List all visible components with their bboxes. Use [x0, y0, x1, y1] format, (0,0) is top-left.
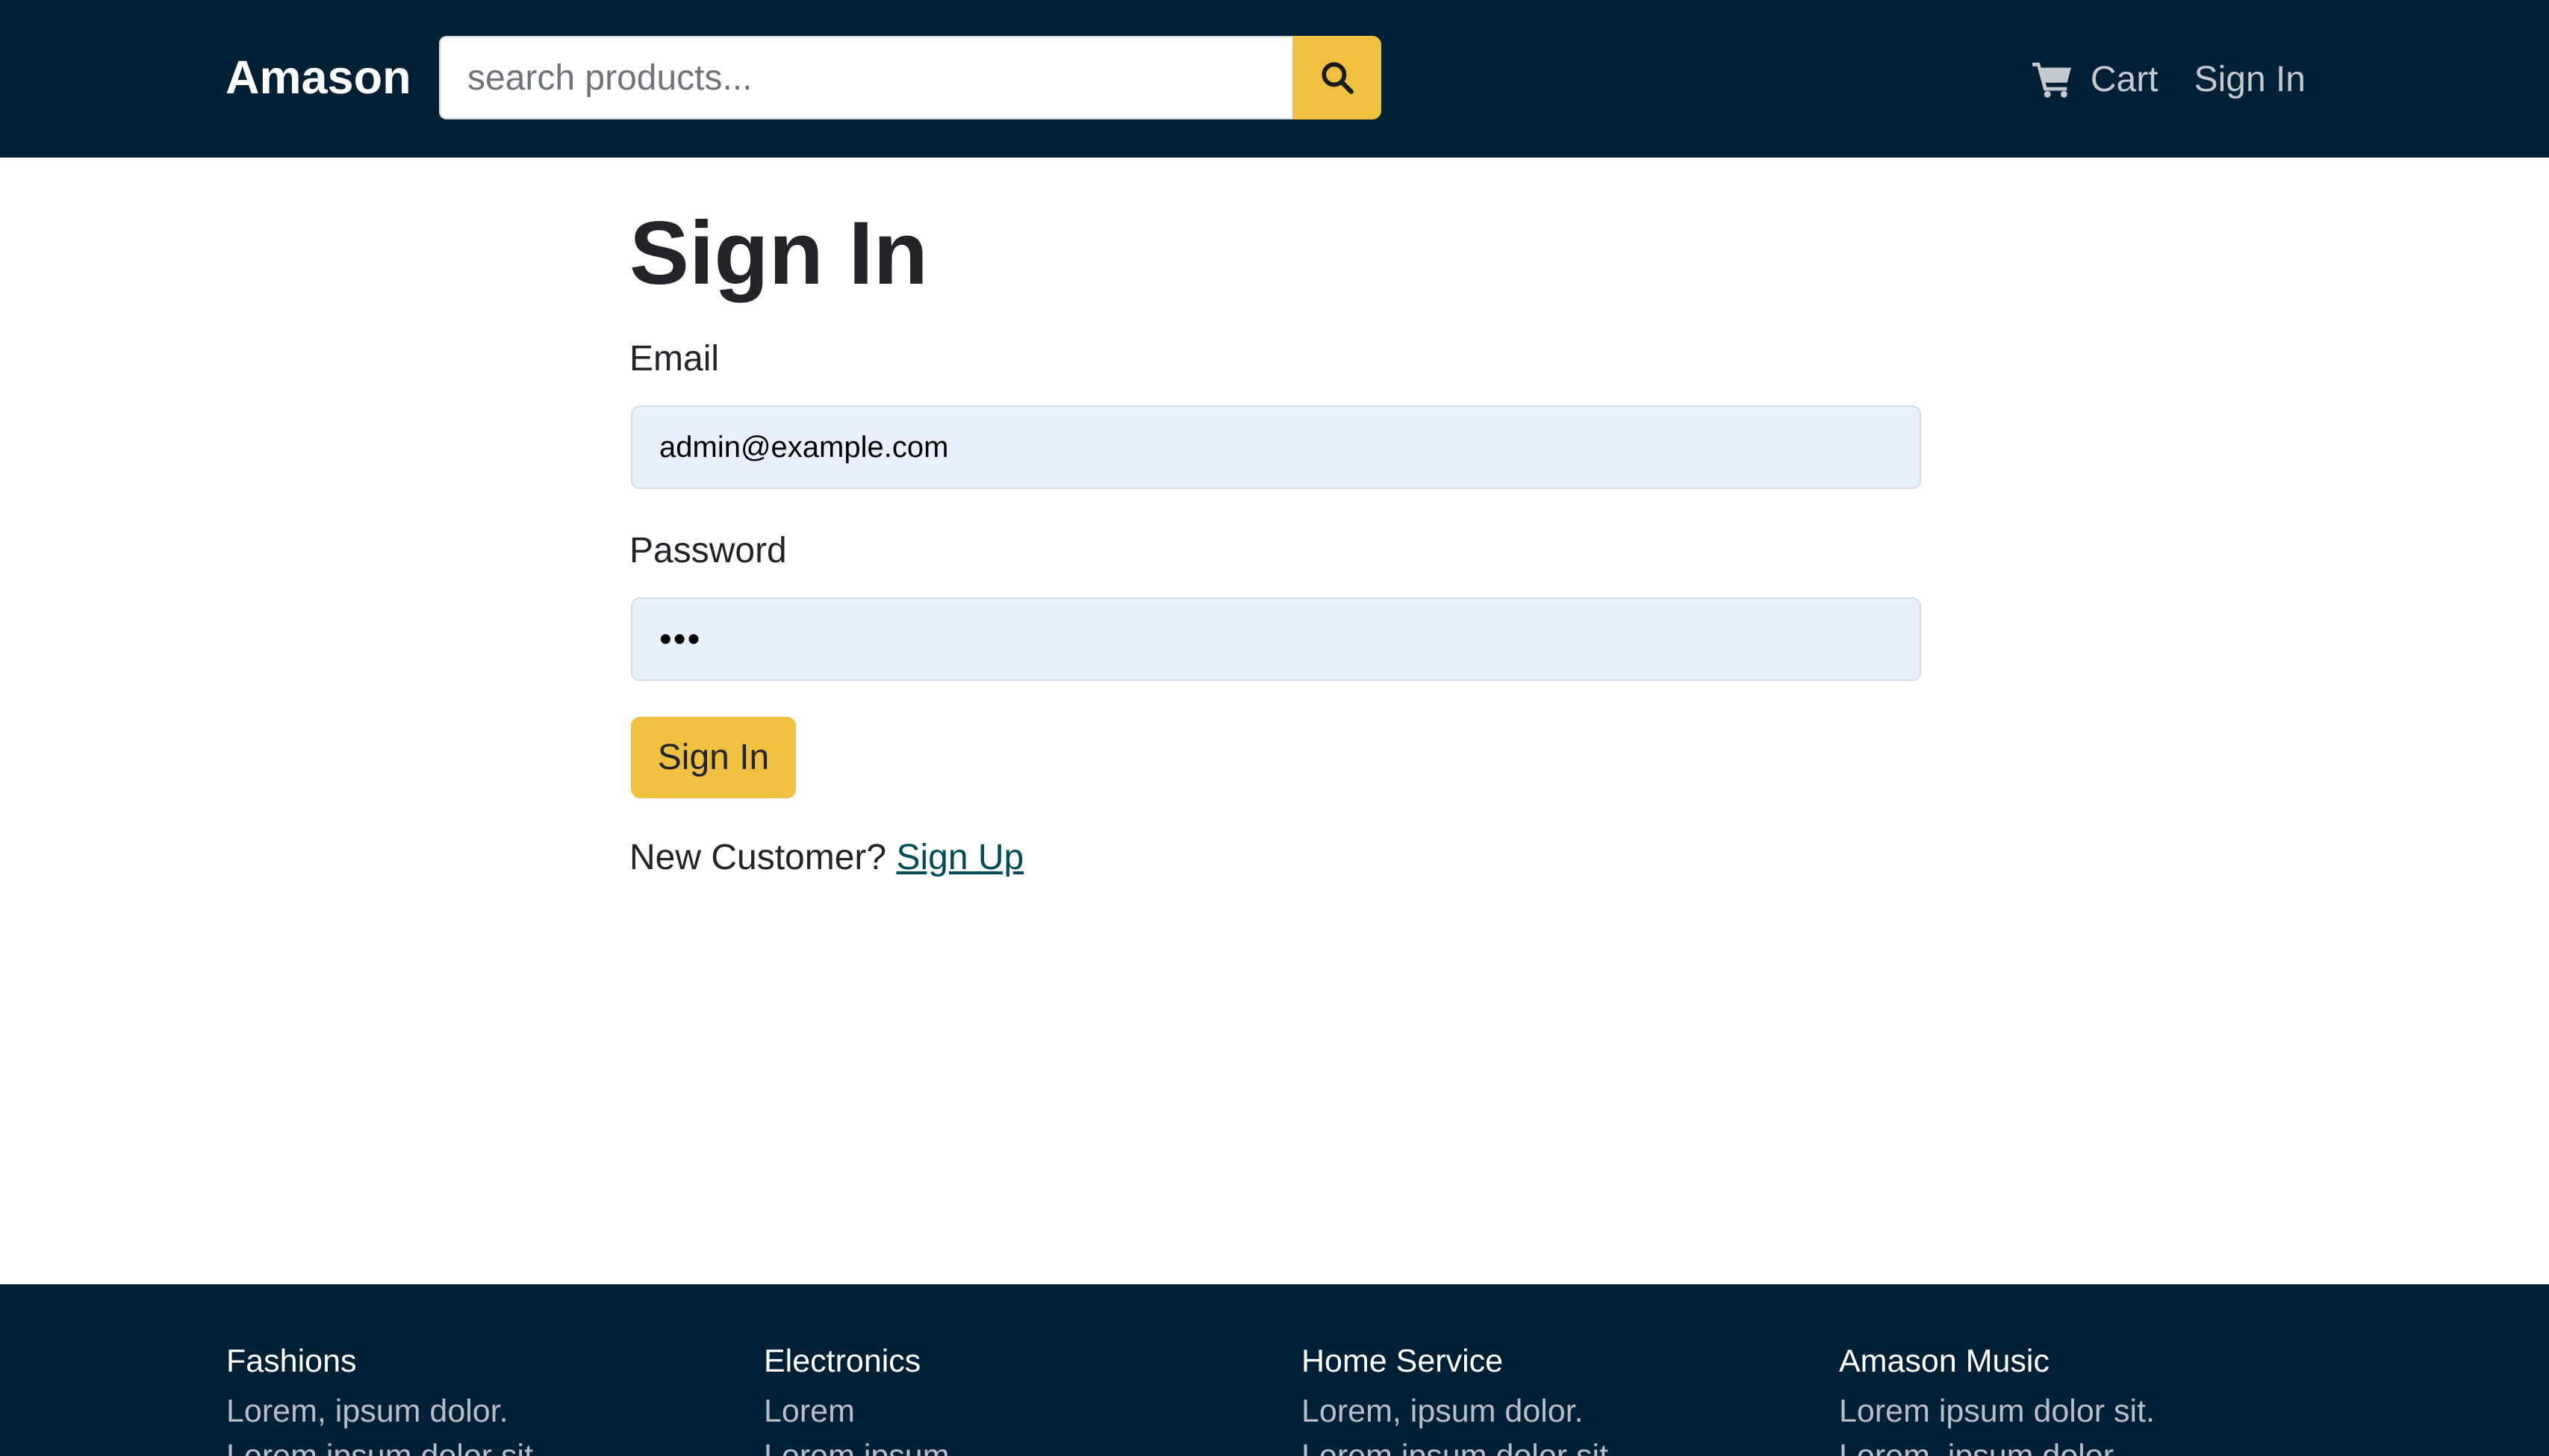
footer-link[interactable]: Lorem ipsum dolor sit. — [1301, 1434, 1824, 1456]
password-label: Password — [629, 531, 787, 570]
new-customer-prompt: New Customer? Sign Up — [629, 837, 1024, 879]
footer-column-home-service: Home Service Lorem, ipsum dolor. Lorem i… — [1301, 1343, 1824, 1456]
password-field[interactable] — [631, 597, 1921, 681]
site-footer: Fashions Lorem, ipsum dolor. Lorem ipsum… — [0, 1284, 2549, 1456]
footer-link[interactable]: Lorem — [764, 1389, 1286, 1434]
search-form — [439, 36, 1381, 119]
header-nav: Cart Sign In — [2032, 52, 2306, 106]
footer-column-electronics: Electronics Lorem Lorem ipsum — [764, 1343, 1286, 1456]
search-input[interactable] — [439, 36, 1292, 119]
page-title: Sign In — [629, 203, 928, 303]
footer-column-title: Electronics — [764, 1343, 921, 1379]
search-button[interactable] — [1292, 36, 1381, 119]
footer-link-list: Lorem ipsum dolor sit. Lorem, ipsum dolo… — [1839, 1389, 2362, 1456]
footer-link[interactable]: Lorem, ipsum dolor. — [226, 1389, 749, 1434]
footer-column-fashions: Fashions Lorem, ipsum dolor. Lorem ipsum… — [226, 1343, 749, 1456]
footer-column-title: Amason Music — [1839, 1343, 2050, 1379]
email-label: Email — [629, 339, 720, 379]
footer-link[interactable]: Lorem ipsum dolor sit. — [1839, 1389, 2362, 1434]
footer-link[interactable]: Lorem, ipsum dolor. — [1301, 1389, 1824, 1434]
footer-column-amason-music: Amason Music Lorem ipsum dolor sit. Lore… — [1839, 1343, 2362, 1456]
cart-label: Cart — [2090, 59, 2159, 99]
signin-submit-button[interactable]: Sign In — [631, 717, 796, 798]
footer-column-title: Home Service — [1301, 1343, 1504, 1379]
footer-link-list: Lorem, ipsum dolor. Lorem ipsum dolor si… — [226, 1389, 749, 1456]
search-icon — [1319, 59, 1356, 96]
footer-link[interactable]: Lorem ipsum — [764, 1434, 1286, 1456]
email-field[interactable] — [631, 405, 1921, 489]
footer-link-list: Lorem, ipsum dolor. Lorem ipsum dolor si… — [1301, 1389, 1824, 1456]
footer-column-title: Fashions — [226, 1343, 357, 1379]
footer-link-list: Lorem Lorem ipsum — [764, 1389, 1286, 1456]
cart-link[interactable]: Cart — [2032, 59, 2159, 100]
shopping-cart-icon — [2032, 60, 2073, 98]
footer-link[interactable]: Lorem ipsum dolor sit. — [226, 1434, 749, 1456]
footer-link[interactable]: Lorem, ipsum dolor. — [1839, 1434, 2362, 1456]
new-customer-text: New Customer? — [629, 838, 887, 877]
site-header: Amason Cart Sign In — [0, 0, 2549, 158]
signup-link[interactable]: Sign Up — [896, 838, 1024, 877]
brand-logo-link[interactable]: Amason — [225, 51, 411, 105]
signin-nav-link[interactable]: Sign In — [2194, 59, 2306, 100]
